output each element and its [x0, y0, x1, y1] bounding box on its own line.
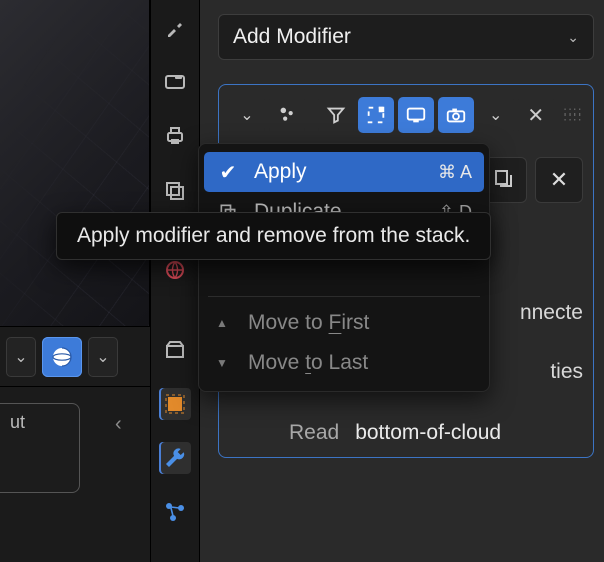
modifier-context-menu: ✔ Apply ⌘ A DDuplicateuplicate ⇧ D ▲ Mov…: [198, 143, 490, 392]
tab-particles[interactable]: [159, 496, 191, 528]
triangle-down-icon: ▼: [216, 356, 234, 370]
menu-item-apply[interactable]: ✔ Apply ⌘ A: [204, 152, 484, 192]
view-toolbar: ⌄ ⌄: [0, 327, 150, 387]
tooltip-text: Apply modifier and remove from the stack…: [77, 224, 470, 248]
close-icon: ✕: [527, 103, 544, 128]
checkmark-icon: ✔: [216, 160, 240, 185]
delete-modifier-button[interactable]: ✕: [518, 97, 554, 133]
dropdown-chevron-button[interactable]: ⌄: [6, 337, 36, 377]
monitor-icon: [405, 104, 427, 126]
dropdown-chevron-button[interactable]: ⌄: [88, 337, 118, 377]
read-field-row: Read bottom-of-cloud: [289, 415, 581, 451]
menu-item-label: Move to First: [248, 311, 369, 335]
tooltip: Apply modifier and remove from the stack…: [56, 212, 491, 260]
extra-menu-button[interactable]: ⌄: [478, 97, 514, 133]
add-modifier-row: Add Modifier ⌄: [218, 14, 594, 60]
add-modifier-dropdown[interactable]: Add Modifier ⌄: [218, 14, 594, 60]
modifier-type-icon[interactable]: [269, 97, 305, 133]
modifier-sub-row: ✕: [479, 157, 583, 203]
outliner-fragment-text: ut: [10, 412, 25, 432]
chevron-down-icon: ⌄: [489, 105, 502, 125]
realtime-toggle[interactable]: [358, 97, 394, 133]
add-modifier-label: Add Modifier: [233, 25, 351, 49]
read-value[interactable]: bottom-of-cloud: [355, 421, 501, 445]
particles-icon: [276, 104, 298, 126]
truncated-text-connected: nnecte: [520, 301, 583, 325]
tab-collection[interactable]: [159, 334, 191, 366]
shading-mode-button[interactable]: [42, 337, 82, 377]
menu-item-move-last[interactable]: ▼ Move to Last: [204, 343, 484, 383]
properties-tab-strip: [150, 0, 200, 562]
square-select-icon: [163, 392, 187, 416]
tab-render[interactable]: [159, 66, 191, 98]
wrench-icon: [163, 446, 187, 470]
menu-item-label: Apply: [254, 160, 307, 184]
triangle-up-icon: ▲: [216, 316, 234, 330]
menu-separator: [208, 296, 480, 297]
tv-icon: [163, 70, 187, 94]
box-icon: [163, 338, 187, 362]
outliner-fragment: ut: [0, 403, 80, 493]
menu-item-move-first[interactable]: ▲ Move to First: [204, 303, 484, 343]
globe-icon: [163, 258, 187, 282]
drag-grip-icon[interactable]: ∷∷∷∷: [564, 109, 583, 121]
read-label: Read: [289, 421, 339, 445]
viewport-3d[interactable]: [0, 0, 150, 327]
copy-icon: [491, 168, 515, 192]
remove-button[interactable]: ✕: [535, 157, 583, 203]
filter-icon: [325, 104, 347, 126]
tab-modifiers[interactable]: [159, 442, 191, 474]
expand-toggle[interactable]: ⌄: [229, 97, 265, 133]
close-icon: ✕: [550, 167, 568, 193]
menu-item-label: Move to Last: [248, 351, 368, 375]
corners-select-icon: [365, 104, 387, 126]
tab-tool[interactable]: [159, 12, 191, 44]
tab-viewlayer[interactable]: [159, 174, 191, 206]
collapse-panel-caret[interactable]: ‹: [115, 413, 122, 436]
screwdriver-icon: [163, 16, 187, 40]
tab-object[interactable]: [159, 388, 191, 420]
tab-output[interactable]: [159, 120, 191, 152]
layers-icon: [163, 178, 187, 202]
menu-shortcut: ⌘ A: [438, 162, 472, 183]
viewport-toggle[interactable]: [398, 97, 434, 133]
camera-icon: [445, 104, 467, 126]
nodes-icon: [163, 500, 187, 524]
truncated-text-ties: ties: [550, 360, 583, 384]
chevron-down-icon: ⌄: [240, 105, 253, 125]
edit-mode-toggle[interactable]: [318, 97, 354, 133]
printer-icon: [163, 124, 187, 148]
render-toggle[interactable]: [438, 97, 474, 133]
sphere-icon: [50, 345, 74, 369]
chevron-down-icon: ⌄: [567, 29, 579, 46]
modifier-header: ⌄ ⌄ ✕ ∷∷∷∷: [229, 95, 583, 135]
